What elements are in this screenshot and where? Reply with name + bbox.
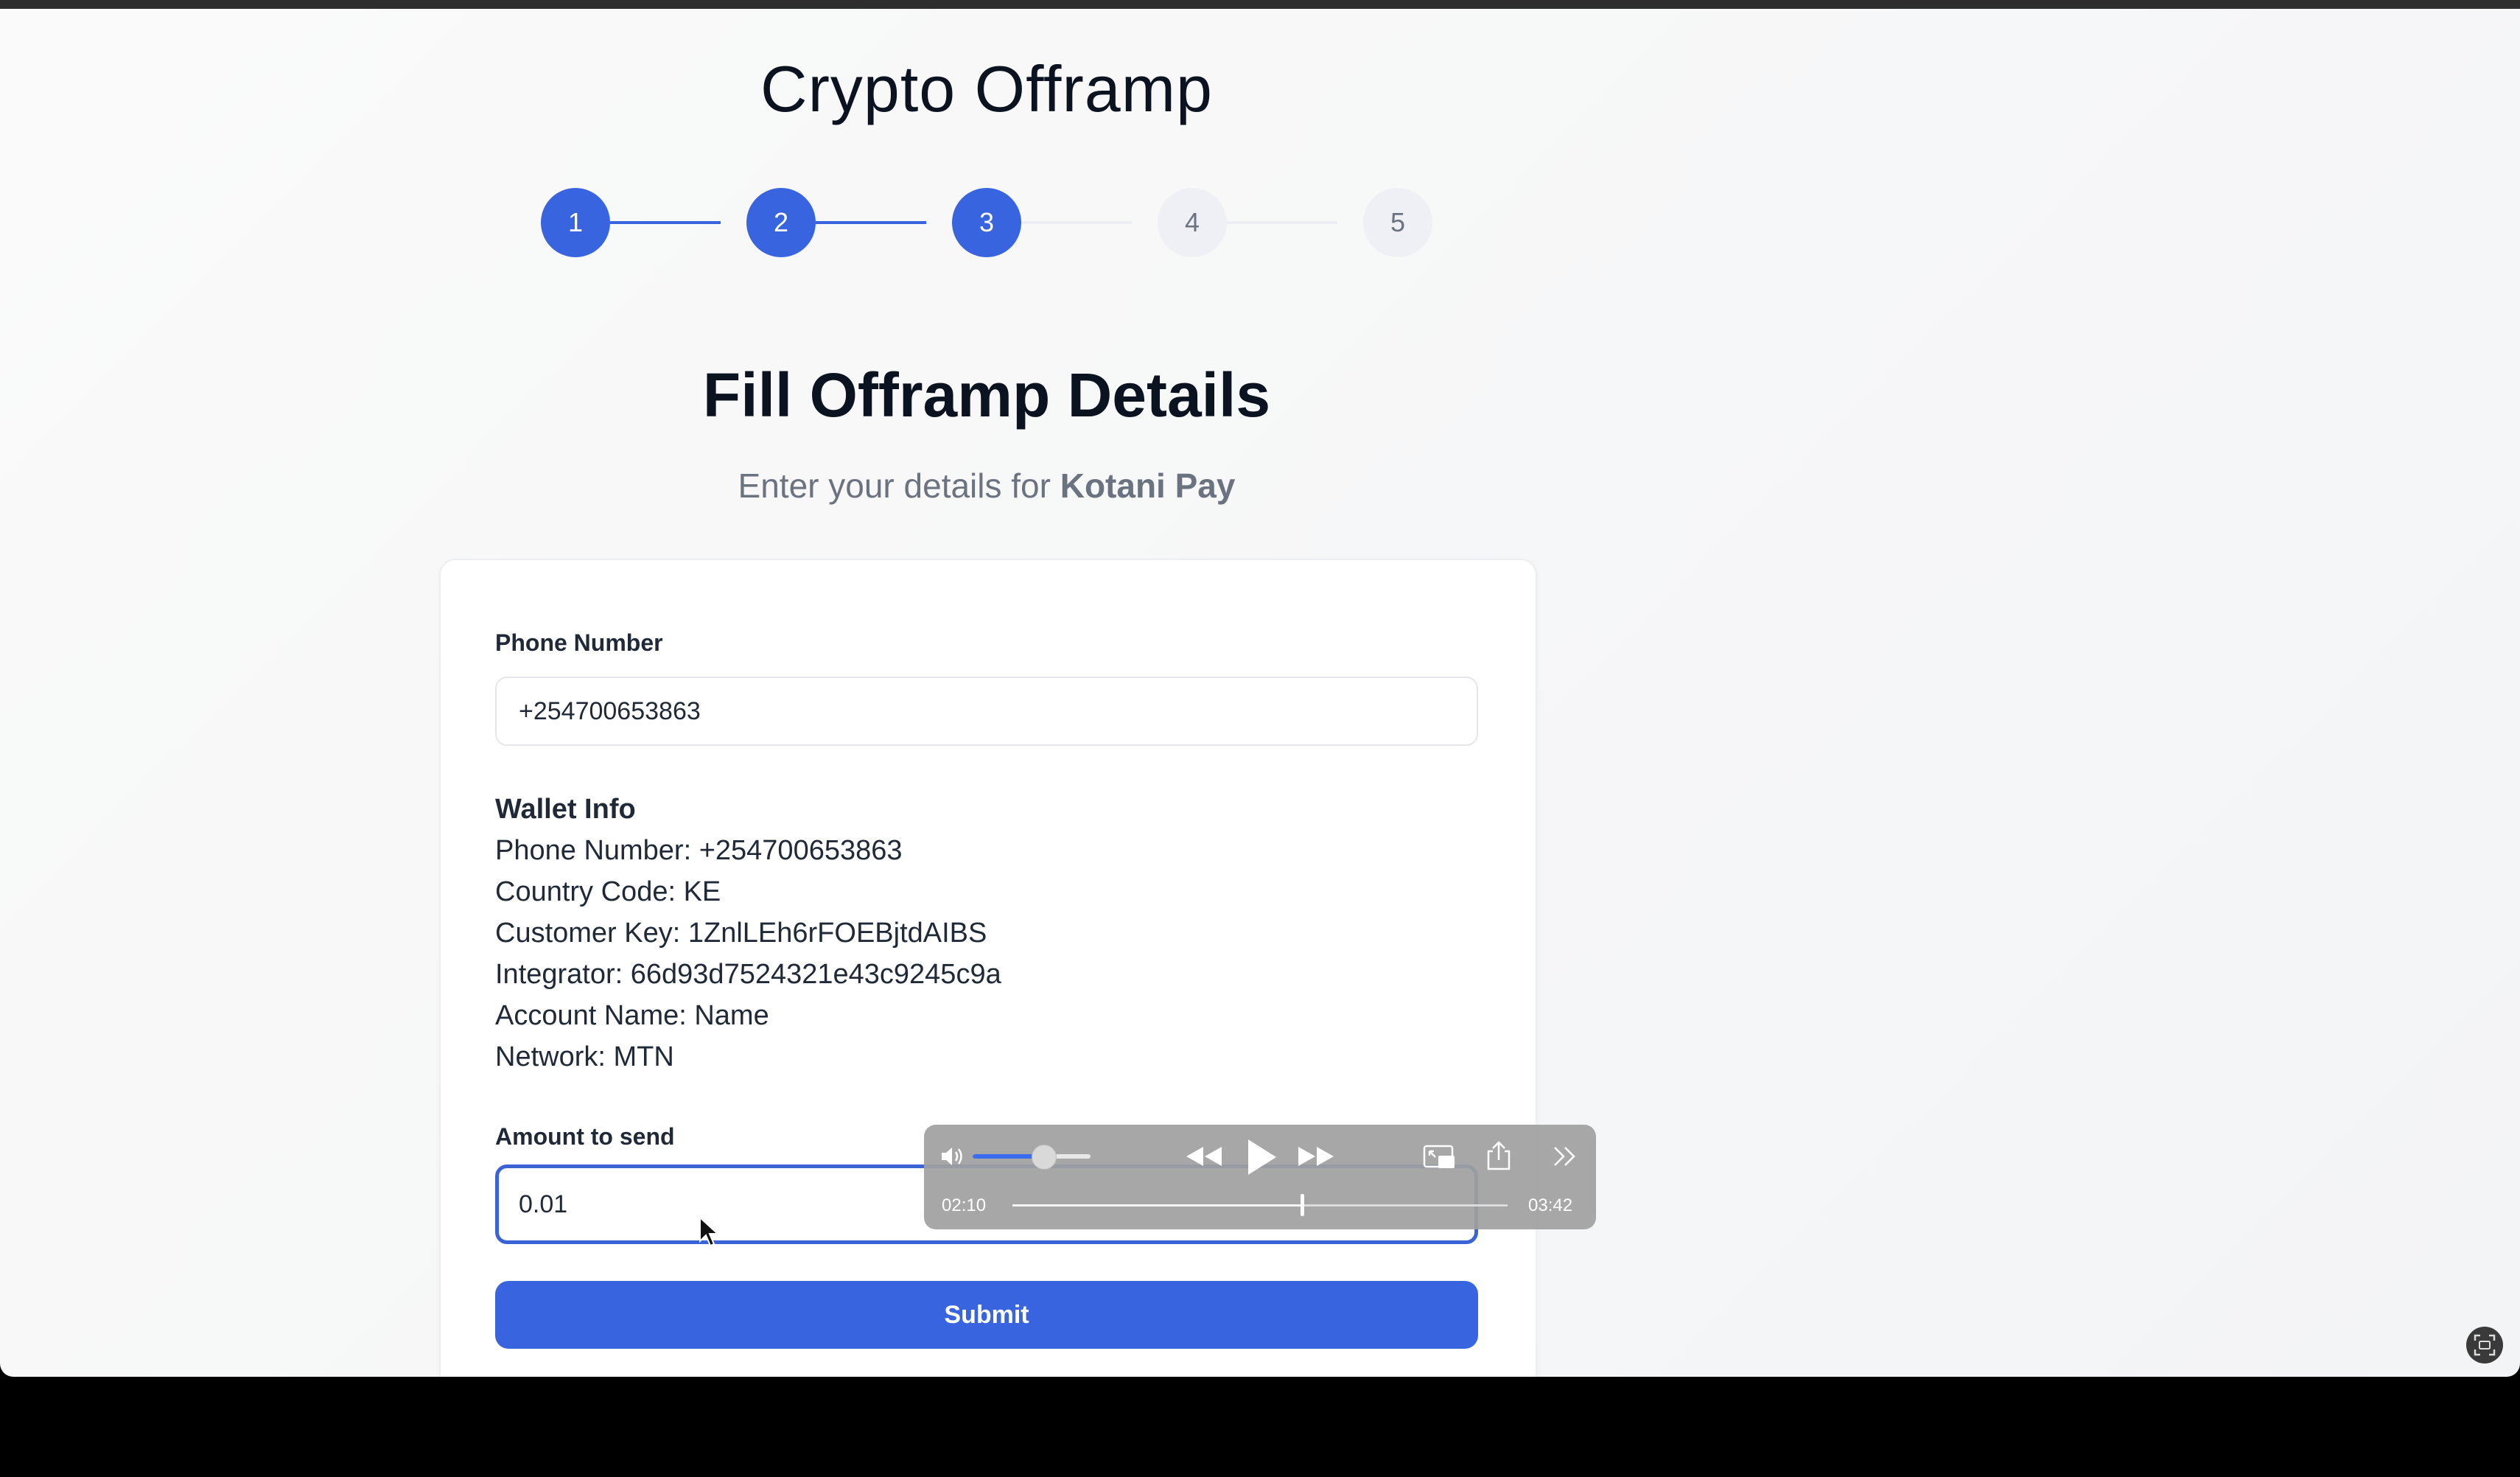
playback-progress-bar[interactable] <box>1012 1194 1508 1216</box>
wallet-account-name: Account Name: Name <box>495 1000 769 1031</box>
step-2: 2 <box>746 188 816 257</box>
phone-number-label: Phone Number <box>495 629 663 656</box>
play-icon[interactable] <box>1239 1136 1281 1178</box>
submit-button[interactable]: Submit <box>495 1281 1478 1349</box>
wallet-phone-number: Phone Number: +254700653863 <box>495 835 903 866</box>
page-subheading: Enter your details for Kotani Pay <box>0 466 1973 506</box>
wallet-integrator: Integrator: 66d93d7524321e43c9245c9a <box>495 959 1001 990</box>
step-3: 3 <box>952 188 1021 257</box>
share-icon[interactable] <box>1484 1141 1513 1172</box>
fast-forward-icon[interactable] <box>1295 1142 1337 1170</box>
subheading-prefix: Enter your details for <box>738 467 1051 505</box>
step-connector-1-2 <box>610 221 721 224</box>
step-1: 1 <box>541 188 610 257</box>
picture-in-picture-icon[interactable] <box>1422 1144 1457 1170</box>
wallet-info: Wallet Info Phone Number: +254700653863 … <box>495 789 1453 1078</box>
step-5: 5 <box>1363 188 1432 257</box>
step-connector-2-3 <box>816 221 926 224</box>
wallet-country-code: Country Code: KE <box>495 876 721 907</box>
playback-progress-fill <box>1012 1204 1303 1207</box>
speaker-icon[interactable] <box>939 1144 968 1169</box>
rewind-icon[interactable] <box>1183 1142 1225 1170</box>
volume-slider[interactable] <box>973 1145 1091 1170</box>
provider-name: Kotani Pay <box>1060 467 1236 505</box>
media-player-controls[interactable]: 02:10 03:42 <box>924 1125 1596 1229</box>
playhead[interactable] <box>1301 1194 1305 1216</box>
volume-knob[interactable] <box>1032 1145 1057 1170</box>
wallet-customer-key: Customer Key: 1ZnlLEh6rFOEBjtdAIBS <box>495 918 987 949</box>
step-connector-3-4 <box>1021 221 1132 224</box>
current-time: 02:10 <box>942 1195 987 1215</box>
stepper: 1 2 3 4 5 <box>0 0 2520 295</box>
step-4: 4 <box>1158 188 1227 257</box>
screen-bottom-black-bar <box>0 1377 2520 1477</box>
duration: 03:42 <box>1528 1195 1573 1215</box>
mouse-pointer-icon <box>699 1216 720 1247</box>
step-connector-4-5 <box>1227 221 1337 224</box>
wallet-info-title: Wallet Info <box>495 794 636 825</box>
page-heading: Fill Offramp Details <box>702 360 1271 430</box>
double-chevron-right-icon[interactable] <box>1550 1144 1580 1169</box>
amount-label: Amount to send <box>495 1123 675 1150</box>
wallet-network: Network: MTN <box>495 1041 674 1072</box>
screen-capture-icon[interactable] <box>2466 1327 2503 1363</box>
phone-number-input[interactable] <box>495 677 1478 746</box>
